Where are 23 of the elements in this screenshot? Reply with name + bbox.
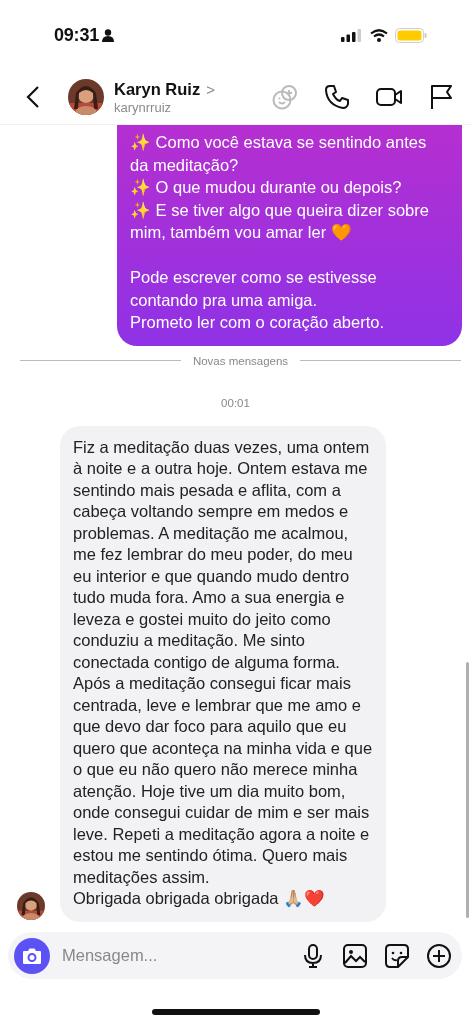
contact-username: karynrruiz (114, 99, 173, 115)
camera-icon[interactable] (22, 946, 42, 965)
sticker-icon[interactable] (384, 942, 410, 969)
chevron[interactable]: > (206, 80, 215, 98)
avatar[interactable] (17, 891, 45, 920)
phone-icon[interactable] (323, 83, 351, 111)
sent-message: ✨ Como você estava se sentindo antes da meditação? ✨ O que mudou durante ou depois? ✨ E se tiver algo que queira dizer sobre mim, também vou amar ler 🧡 Pode escrever como se estivesse contando pra uma amiga. Prometo ler com o coração aberto. (117, 125, 462, 346)
back-icon[interactable] (26, 85, 40, 109)
new-messages-label: Novas mensagens (192, 354, 289, 367)
battery-icon (395, 27, 427, 43)
status-time: 09:31 (54, 24, 100, 46)
avatar[interactable] (68, 79, 104, 115)
person-icon (102, 28, 115, 42)
camera-button[interactable] (14, 937, 50, 974)
received-message: Fiz a meditação duas vezes, uma ontem à noite e a outra hoje. Ontem estava me sentindo mais pesada e aflita, com a cabeça voltando sempre em medos e problemas. A meditação me acalmou, me fez lembrar do meu poder, do meu eu interior e que quando mudo dentro tudo muda fora. Amo a sua energia e leveza e gostei muito do jeito como conduziu a meditação. Me sinto conectada contigo de alguma forma. Após a meditação consegui ficar mais centrada, leve e lembrar que me amo e que devo dar foco para aquilo que eu quero que aconteça na minha vida e que o que eu não quero não merece minha atenção. Hoje tive um dia muito bom, onde consegui cuidar de mim e ser mais leve. Repeti a meditação agora a noite e estou me sentindo ótima. Quero mais meditações assim. Obrigada obrigada obrigada 🙏🏼❤ (60, 425, 386, 922)
add-icon[interactable] (426, 942, 452, 969)
wifi-icon (370, 28, 388, 42)
signal-icon (341, 28, 363, 42)
message-composer[interactable]: Mensagem... (8, 932, 462, 979)
message-input[interactable]: Mensagem... (60, 945, 300, 966)
message-time: 00:01 (220, 396, 251, 409)
image-icon[interactable] (342, 942, 368, 969)
contact-name[interactable]: Karyn Ruiz (114, 79, 201, 99)
